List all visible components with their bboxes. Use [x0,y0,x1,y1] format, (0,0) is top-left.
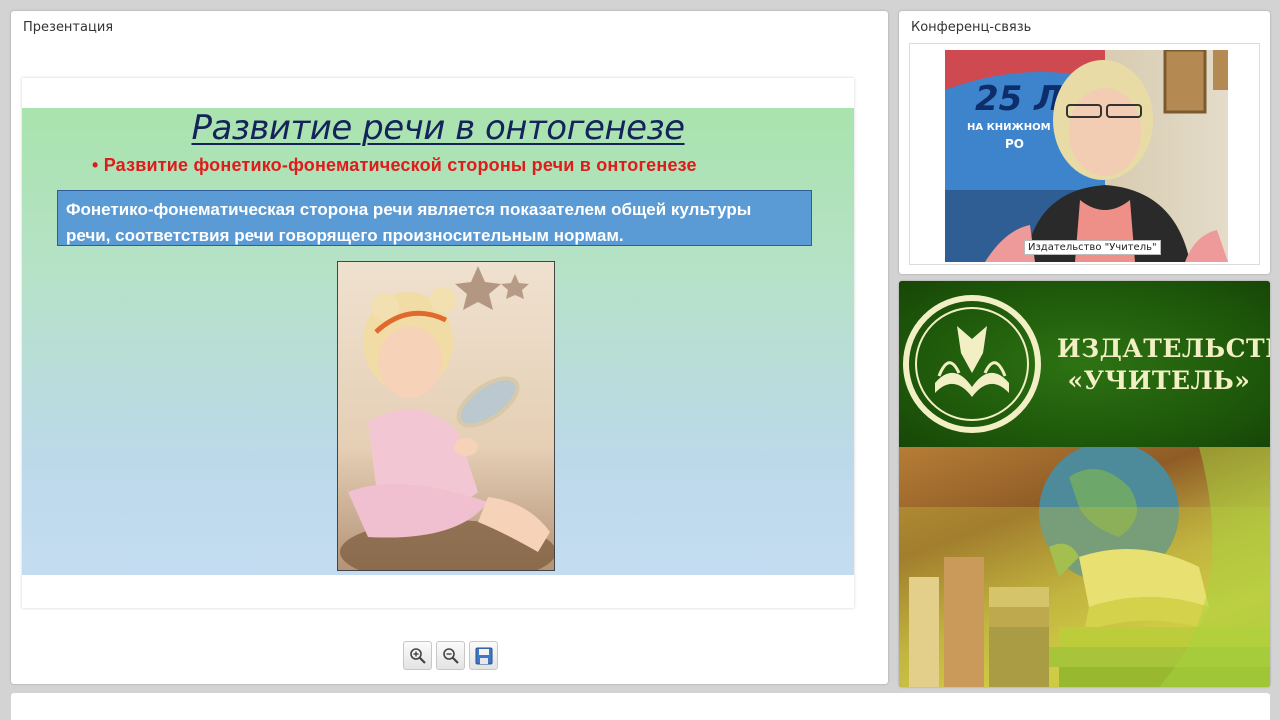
girl-with-mirror-illustration [340,266,554,570]
save-icon [475,647,492,664]
conference-panel-title: Конференц-связь [911,20,1032,35]
banner-text-1: 25 Л [975,79,1062,119]
publisher-books-image [899,442,1270,687]
slide-subtitle: • Развитие фонетико-фонематической сторо… [92,155,697,175]
slide: Развитие речи в онтогенезе • Развитие фо… [22,108,854,575]
slide-title: Развитие речи в онтогенезе [191,108,685,148]
publisher-banner: ИЗДАТЕЛЬСТВО «УЧИТЕЛЬ» [899,281,1270,687]
presentation-panel: Презентация Развитие речи в онтогенезе •… [11,11,888,684]
zoom-out-icon [442,647,459,664]
slide-frame: Развитие речи в онтогенезе • Развитие фо… [22,78,854,608]
slide-definition-box: Фонетико-фонематическая сторона речи явл… [57,190,812,246]
publisher-name-line-2: «УЧИТЕЛЬ» [1067,366,1251,395]
bottom-panel [11,693,1270,720]
conference-panel: Конференц-связь 25 Л НА КНИЖНОМ РО Издат… [899,11,1270,274]
slide-box-line-1: Фонетико-фонематическая сторона речи явл… [66,200,752,219]
banner-text-2: НА КНИЖНОМ [967,122,1051,133]
publisher-logo-icon [903,295,1041,433]
banner-text-3: РО [1005,137,1024,151]
publisher-name-line-1: ИЗДАТЕЛЬСТВО [1057,334,1270,363]
publisher-banner-top: ИЗДАТЕЛЬСТВО «УЧИТЕЛЬ» [899,281,1270,447]
save-button[interactable] [469,641,498,670]
zoom-in-icon [409,647,426,664]
video-participant-label: Издательство "Учитель" [1024,240,1161,255]
slide-photo-girl-with-mirror [337,261,555,571]
zoom-in-button[interactable] [403,641,432,670]
slide-box-line-2: речи, соответствия речи говорящего произ… [66,226,624,245]
video-feed[interactable]: 25 Л НА КНИЖНОМ РО Издательство "Учитель… [909,43,1260,265]
books-and-globe-illustration [899,442,1270,687]
presentation-panel-title: Презентация [23,20,114,35]
speaker-video-illustration: 25 Л НА КНИЖНОМ РО [945,50,1228,262]
zoom-out-button[interactable] [436,641,465,670]
video-frame: 25 Л НА КНИЖНОМ РО Издательство "Учитель… [945,50,1228,262]
